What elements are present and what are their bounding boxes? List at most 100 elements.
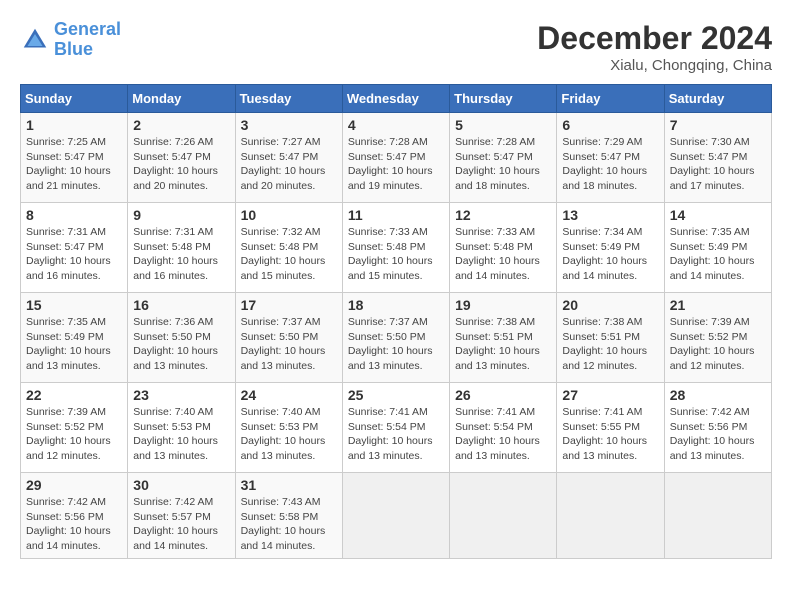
day-number: 27: [562, 387, 658, 403]
day-number: 24: [241, 387, 337, 403]
logo-line1: General: [54, 19, 121, 39]
calendar-week-row: 8 Sunrise: 7:31 AM Sunset: 5:47 PM Daylig…: [21, 203, 772, 293]
day-info: Sunrise: 7:41 AM Sunset: 5:54 PM Dayligh…: [348, 405, 444, 464]
calendar-cell: 23Sunrise: 7:40 AM Sunset: 5:53 PM Dayli…: [128, 383, 235, 473]
calendar-cell: 14 Sunrise: 7:35 AM Sunset: 5:49 PM Dayli…: [664, 203, 771, 293]
day-info: Sunrise: 7:41 AM Sunset: 5:55 PM Dayligh…: [562, 405, 658, 464]
day-info: Sunrise: 7:35 AM Sunset: 5:49 PM Dayligh…: [26, 315, 122, 374]
calendar-cell: 11 Sunrise: 7:33 AM Sunset: 5:48 PM Dayli…: [342, 203, 449, 293]
calendar-cell: 25 Sunrise: 7:41 AM Sunset: 5:54 PM Dayli…: [342, 383, 449, 473]
day-number: 8: [26, 207, 122, 223]
day-number: 25: [348, 387, 444, 403]
calendar-cell: 22Sunrise: 7:39 AM Sunset: 5:52 PM Dayli…: [21, 383, 128, 473]
calendar-cell: 29 Sunrise: 7:42 AM Sunset: 5:56 PM Dayli…: [21, 473, 128, 559]
day-number: 4: [348, 117, 444, 133]
weekday-header-sunday: Sunday: [21, 85, 128, 113]
calendar-cell: 19 Sunrise: 7:38 AM Sunset: 5:51 PM Dayli…: [450, 293, 557, 383]
day-number: 26: [455, 387, 551, 403]
day-info: Sunrise: 7:42 AM Sunset: 5:56 PM Dayligh…: [26, 495, 122, 554]
day-info: Sunrise: 7:25 AM Sunset: 5:47 PM Dayligh…: [26, 135, 122, 194]
calendar-cell: 3 Sunrise: 7:27 AM Sunset: 5:47 PM Daylig…: [235, 113, 342, 203]
calendar-cell: 2Sunrise: 7:26 AM Sunset: 5:47 PM Daylig…: [128, 113, 235, 203]
day-info: Sunrise: 7:28 AM Sunset: 5:47 PM Dayligh…: [455, 135, 551, 194]
day-info: Sunrise: 7:35 AM Sunset: 5:49 PM Dayligh…: [670, 225, 766, 284]
calendar-cell: 4Sunrise: 7:28 AM Sunset: 5:47 PM Daylig…: [342, 113, 449, 203]
day-number: 7: [670, 117, 766, 133]
calendar-cell: 27 Sunrise: 7:41 AM Sunset: 5:55 PM Dayli…: [557, 383, 664, 473]
day-info: Sunrise: 7:38 AM Sunset: 5:51 PM Dayligh…: [562, 315, 658, 374]
calendar-week-row: 29 Sunrise: 7:42 AM Sunset: 5:56 PM Dayli…: [21, 473, 772, 559]
day-number: 18: [348, 297, 444, 313]
calendar-cell: 30Sunrise: 7:42 AM Sunset: 5:57 PM Dayli…: [128, 473, 235, 559]
calendar-cell: 5 Sunrise: 7:28 AM Sunset: 5:47 PM Daylig…: [450, 113, 557, 203]
calendar-table: SundayMondayTuesdayWednesdayThursdayFrid…: [20, 84, 772, 559]
logo-text: General Blue: [54, 20, 121, 60]
day-number: 29: [26, 477, 122, 493]
day-info: Sunrise: 7:41 AM Sunset: 5:54 PM Dayligh…: [455, 405, 551, 464]
calendar-cell: 9 Sunrise: 7:31 AM Sunset: 5:48 PM Daylig…: [128, 203, 235, 293]
calendar-cell: [664, 473, 771, 559]
calendar-cell: 7 Sunrise: 7:30 AM Sunset: 5:47 PM Daylig…: [664, 113, 771, 203]
day-info: Sunrise: 7:39 AM Sunset: 5:52 PM Dayligh…: [670, 315, 766, 374]
calendar-cell: 6 Sunrise: 7:29 AM Sunset: 5:47 PM Daylig…: [557, 113, 664, 203]
day-info: Sunrise: 7:36 AM Sunset: 5:50 PM Dayligh…: [133, 315, 229, 374]
day-number: 12: [455, 207, 551, 223]
calendar-cell: 20 Sunrise: 7:38 AM Sunset: 5:51 PM Dayli…: [557, 293, 664, 383]
day-info: Sunrise: 7:34 AM Sunset: 5:49 PM Dayligh…: [562, 225, 658, 284]
calendar-week-row: 22Sunrise: 7:39 AM Sunset: 5:52 PM Dayli…: [21, 383, 772, 473]
calendar-cell: 24 Sunrise: 7:40 AM Sunset: 5:53 PM Dayli…: [235, 383, 342, 473]
calendar-week-row: 1 Sunrise: 7:25 AM Sunset: 5:47 PM Daylig…: [21, 113, 772, 203]
day-number: 10: [241, 207, 337, 223]
calendar-cell: 31Sunrise: 7:43 AM Sunset: 5:58 PM Dayli…: [235, 473, 342, 559]
day-info: Sunrise: 7:31 AM Sunset: 5:47 PM Dayligh…: [26, 225, 122, 284]
calendar-cell: [342, 473, 449, 559]
day-number: 14: [670, 207, 766, 223]
weekday-header-thursday: Thursday: [450, 85, 557, 113]
day-number: 23: [133, 387, 229, 403]
day-info: Sunrise: 7:30 AM Sunset: 5:47 PM Dayligh…: [670, 135, 766, 194]
day-number: 1: [26, 117, 122, 133]
title-block: December 2024 Xialu, Chongqing, China: [537, 20, 772, 74]
day-number: 22: [26, 387, 122, 403]
day-number: 13: [562, 207, 658, 223]
day-number: 28: [670, 387, 766, 403]
day-number: 30: [133, 477, 229, 493]
weekday-header-wednesday: Wednesday: [342, 85, 449, 113]
day-info: Sunrise: 7:40 AM Sunset: 5:53 PM Dayligh…: [241, 405, 337, 464]
day-number: 6: [562, 117, 658, 133]
calendar-cell: 13 Sunrise: 7:34 AM Sunset: 5:49 PM Dayli…: [557, 203, 664, 293]
logo-line2: Blue: [54, 39, 93, 59]
calendar-cell: 18 Sunrise: 7:37 AM Sunset: 5:50 PM Dayli…: [342, 293, 449, 383]
day-info: Sunrise: 7:37 AM Sunset: 5:50 PM Dayligh…: [241, 315, 337, 374]
calendar-cell: 26 Sunrise: 7:41 AM Sunset: 5:54 PM Dayli…: [450, 383, 557, 473]
day-number: 11: [348, 207, 444, 223]
day-info: Sunrise: 7:43 AM Sunset: 5:58 PM Dayligh…: [241, 495, 337, 554]
day-info: Sunrise: 7:29 AM Sunset: 5:47 PM Dayligh…: [562, 135, 658, 194]
day-info: Sunrise: 7:33 AM Sunset: 5:48 PM Dayligh…: [348, 225, 444, 284]
day-number: 2: [133, 117, 229, 133]
weekday-header-monday: Monday: [128, 85, 235, 113]
logo: General Blue: [20, 20, 121, 60]
weekday-header-tuesday: Tuesday: [235, 85, 342, 113]
calendar-cell: 17 Sunrise: 7:37 AM Sunset: 5:50 PM Dayli…: [235, 293, 342, 383]
day-number: 19: [455, 297, 551, 313]
day-number: 5: [455, 117, 551, 133]
location: Xialu, Chongqing, China: [537, 57, 772, 74]
day-number: 20: [562, 297, 658, 313]
month-title: December 2024: [537, 20, 772, 57]
day-info: Sunrise: 7:38 AM Sunset: 5:51 PM Dayligh…: [455, 315, 551, 374]
day-info: Sunrise: 7:27 AM Sunset: 5:47 PM Dayligh…: [241, 135, 337, 194]
day-number: 17: [241, 297, 337, 313]
calendar-cell: 12 Sunrise: 7:33 AM Sunset: 5:48 PM Dayli…: [450, 203, 557, 293]
calendar-cell: [450, 473, 557, 559]
day-info: Sunrise: 7:42 AM Sunset: 5:56 PM Dayligh…: [670, 405, 766, 464]
day-info: Sunrise: 7:33 AM Sunset: 5:48 PM Dayligh…: [455, 225, 551, 284]
day-number: 9: [133, 207, 229, 223]
day-info: Sunrise: 7:37 AM Sunset: 5:50 PM Dayligh…: [348, 315, 444, 374]
day-number: 3: [241, 117, 337, 133]
calendar-cell: 21 Sunrise: 7:39 AM Sunset: 5:52 PM Dayli…: [664, 293, 771, 383]
day-info: Sunrise: 7:32 AM Sunset: 5:48 PM Dayligh…: [241, 225, 337, 284]
day-number: 15: [26, 297, 122, 313]
day-number: 21: [670, 297, 766, 313]
day-info: Sunrise: 7:31 AM Sunset: 5:48 PM Dayligh…: [133, 225, 229, 284]
